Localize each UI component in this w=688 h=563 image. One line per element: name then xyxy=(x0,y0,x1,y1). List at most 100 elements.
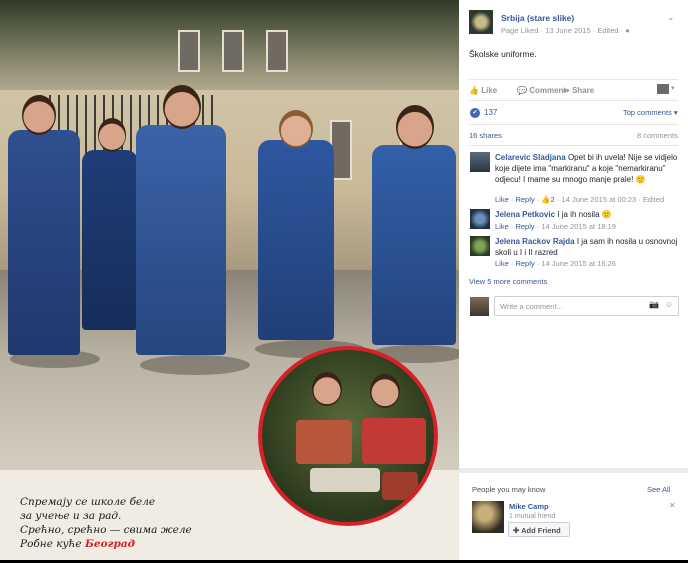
post-options-chevron-icon[interactable]: ⌄ xyxy=(667,12,675,23)
photo-child-head xyxy=(396,105,434,149)
page-name-link[interactable]: Srbija (stare slike) xyxy=(501,13,574,23)
comment-body: Jelena Rackov Rajda I ja sam ih nosila u… xyxy=(495,236,683,258)
comment-likes-count[interactable]: 2 xyxy=(551,195,555,204)
comment-like-link[interactable]: Like xyxy=(495,222,509,231)
photo-child xyxy=(82,150,138,330)
comment-reply-link[interactable]: Reply xyxy=(515,195,534,204)
like-reaction-icon: ✔ xyxy=(470,108,480,118)
comments-count[interactable]: 8 comments xyxy=(637,131,678,140)
reaction-avatar-icon xyxy=(657,84,669,94)
ad-text: Спремају се школе беле за учење и за рад… xyxy=(20,495,192,551)
current-user-avatar xyxy=(470,297,489,316)
mutual-friends[interactable]: 1 mutual friend xyxy=(509,513,555,520)
pymk-title: People you may know xyxy=(472,485,546,494)
person-name-link[interactable]: Mike Camp xyxy=(509,502,549,511)
photo-child xyxy=(136,125,226,355)
post-meta-text: Page Liked · 13 June 2015 · Edited · xyxy=(501,26,626,35)
separator: · xyxy=(536,259,540,268)
comment-bubble-icon: 💬 xyxy=(517,86,527,95)
comment-author[interactable]: Jelena Rackov Rajda xyxy=(495,237,575,246)
separator: · xyxy=(510,259,514,268)
comment-body: Celarevic Sladjana Opet bi ih uvela! Nij… xyxy=(495,152,683,185)
view-more-comments-link[interactable]: View 5 more comments xyxy=(469,277,547,286)
separator: · xyxy=(536,222,540,231)
post-panel: Srbija (stare slike) Page Liked · 13 Jun… xyxy=(459,0,688,560)
commenter-avatar[interactable] xyxy=(470,209,490,229)
like-button-label: Like xyxy=(481,86,498,95)
photo-shadow xyxy=(140,355,250,375)
share-button-label: Share xyxy=(571,86,595,95)
person-avatar[interactable] xyxy=(472,501,504,533)
like-thumb-icon: 👍 xyxy=(469,86,479,95)
post-caption: Školske uniforme. xyxy=(469,49,537,59)
audience-chevron-down-icon[interactable]: ▾ xyxy=(671,84,675,92)
comment-like-link[interactable]: Like xyxy=(495,195,509,204)
comment-body: Jelena Petkovic I ja ih nosila 🙂 xyxy=(495,209,683,220)
comment-button-label: Comment xyxy=(529,86,567,95)
divider xyxy=(469,100,678,101)
comment-author[interactable]: Celarevic Sladjana xyxy=(495,153,566,162)
separator: · xyxy=(638,195,641,204)
photo-window xyxy=(266,30,288,72)
top-comments-dropdown[interactable]: Top comments ▾ xyxy=(623,108,678,117)
ad-line: за учење и за рад. xyxy=(20,510,122,522)
commenter-avatar[interactable] xyxy=(470,236,490,256)
emoji-icon[interactable]: ☺ xyxy=(665,300,673,309)
close-icon[interactable]: ✕ xyxy=(669,501,676,510)
people-you-may-know: People you may know See All Mike Camp 1 … xyxy=(459,473,688,560)
photo-child-head xyxy=(279,110,313,148)
write-comment-placeholder: Write a comment... xyxy=(500,302,563,311)
add-friend-button[interactable]: ✚ Add Friend xyxy=(508,522,570,537)
comment-edited[interactable]: Edited xyxy=(643,195,664,204)
photo-child xyxy=(258,140,334,340)
comment-like-link[interactable]: Like xyxy=(495,259,509,268)
ad-brand-logo: Београд xyxy=(84,538,135,550)
comment-time[interactable]: 14 June 2015 at 18:19 xyxy=(541,222,616,231)
add-friend-icon: ✚ xyxy=(513,526,520,535)
photo-inset-circle xyxy=(258,346,438,526)
divider xyxy=(469,124,678,125)
comment-text: I ja ih nosila xyxy=(557,210,600,219)
comment-reply-link[interactable]: Reply xyxy=(515,259,534,268)
separator: · xyxy=(556,195,560,204)
post-meta: Page Liked · 13 June 2015 · Edited · ● xyxy=(501,26,630,35)
ad-line-text: Робне куће xyxy=(20,538,82,550)
comment-meta: Like · Reply · 14 June 2015 at 16:26 xyxy=(495,259,616,268)
post-photo[interactable]: Спремају се школе беле за учење и за рад… xyxy=(0,0,459,563)
globe-icon: ● xyxy=(625,26,630,35)
camera-icon[interactable]: 📷 xyxy=(649,300,659,309)
comment-meta: Like · Reply · 👍2 · 14 June 2015 at 00:2… xyxy=(495,195,664,204)
school-items xyxy=(310,468,380,492)
reactions-count[interactable]: 137 xyxy=(484,108,497,117)
share-button[interactable]: ➦ Share xyxy=(563,86,594,95)
ad-line: Срећно, срећно — свима желе xyxy=(20,524,192,536)
photo-child-head xyxy=(370,374,400,408)
divider xyxy=(469,145,678,146)
school-bag xyxy=(362,418,426,464)
section-gap xyxy=(459,468,688,473)
school-bag xyxy=(296,420,352,464)
comment-author[interactable]: Jelena Petkovic xyxy=(495,210,555,219)
photo-child-head xyxy=(163,85,201,129)
ad-line: Робне куће Београд xyxy=(20,537,192,551)
photo-child-head xyxy=(312,372,342,406)
commenter-avatar[interactable] xyxy=(470,152,490,172)
separator: · xyxy=(510,195,514,204)
divider xyxy=(469,79,678,80)
separator: · xyxy=(510,222,514,231)
page-avatar[interactable] xyxy=(469,10,493,34)
like-button[interactable]: 👍 Like xyxy=(469,86,497,95)
see-all-link[interactable]: See All xyxy=(647,485,670,494)
smiley-emoji-icon: 🙂 xyxy=(601,210,612,219)
comment-button[interactable]: 💬 Comment xyxy=(517,86,566,95)
share-arrow-icon: ➦ xyxy=(563,86,570,95)
ad-line: Спремају се школе беле xyxy=(20,496,156,508)
photo-child-head xyxy=(98,118,126,152)
comment-reply-link[interactable]: Reply xyxy=(515,222,534,231)
comment-time[interactable]: 14 June 2015 at 16:26 xyxy=(541,259,616,268)
separator: · xyxy=(536,195,540,204)
comment-time[interactable]: 14 June 2015 at 00:23 xyxy=(562,195,637,204)
shares-count[interactable]: 16 shares xyxy=(469,131,502,140)
comment-like-thumb-icon: 👍 xyxy=(541,195,551,204)
photo-child xyxy=(372,145,456,345)
